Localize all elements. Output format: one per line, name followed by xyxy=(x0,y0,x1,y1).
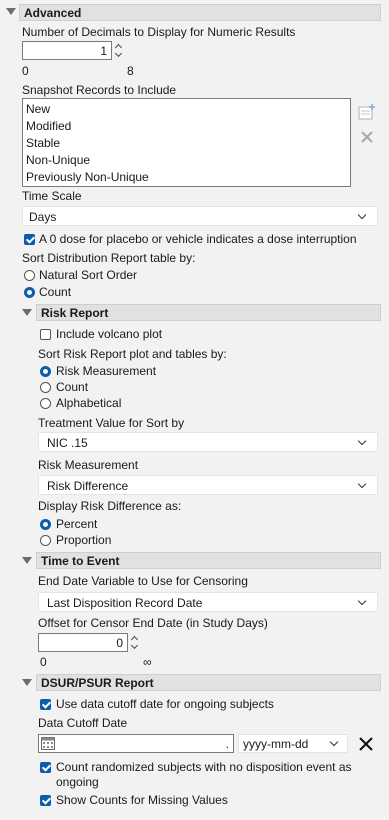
list-item[interactable]: Modified xyxy=(26,119,71,133)
list-item[interactable]: Stable xyxy=(26,136,60,150)
calendar-icon[interactable] xyxy=(41,737,55,753)
risk-report-header[interactable]: Risk Report xyxy=(36,304,381,321)
chevron-down-icon xyxy=(357,436,367,446)
risk-report-title: Risk Report xyxy=(41,305,109,320)
list-item[interactable]: Previously Non-Unique xyxy=(26,170,149,184)
collapse-risk-report-icon[interactable] xyxy=(22,309,32,316)
spin-down-icon[interactable] xyxy=(130,641,139,650)
decimals-spinner[interactable] xyxy=(114,41,123,59)
advanced-title: Advanced xyxy=(24,5,82,20)
end-date-dropdown[interactable]: Last Disposition Record Date xyxy=(38,592,378,612)
natural-sort-radio[interactable] xyxy=(24,270,35,281)
offset-max: ∞ xyxy=(143,655,152,669)
offset-input[interactable]: 0 xyxy=(38,633,128,652)
treatment-label: Treatment Value for Sort by xyxy=(38,416,185,430)
list-item[interactable]: Non-Unique xyxy=(26,153,90,167)
proportion-radio[interactable] xyxy=(40,535,51,546)
risk-count-radio[interactable] xyxy=(40,382,51,393)
count-randomized-label-2: ongoing xyxy=(56,775,99,789)
list-item[interactable]: New xyxy=(26,102,50,116)
risk-count-option: Count xyxy=(56,380,89,394)
volcano-label: Include volcano plot xyxy=(56,327,163,341)
sort-dist-label: Sort Distribution Report table by: xyxy=(22,251,196,265)
time-scale-value: Days xyxy=(29,210,57,224)
proportion-option: Proportion xyxy=(56,533,112,547)
offset-spinner[interactable] xyxy=(130,633,139,651)
volcano-checkbox[interactable] xyxy=(40,329,51,340)
date-format-dropdown[interactable]: yyyy-mm-dd xyxy=(238,734,348,753)
time-scale-label: Time Scale xyxy=(22,189,82,203)
advanced-header[interactable]: Advanced xyxy=(19,4,381,21)
time-to-event-header[interactable]: Time to Event xyxy=(36,552,381,569)
show-missing-checkbox[interactable] xyxy=(40,795,51,806)
time-scale-dropdown[interactable]: Days xyxy=(22,206,378,226)
end-date-label: End Date Variable to Use for Censoring xyxy=(38,574,248,588)
decimals-max: 8 xyxy=(127,64,134,78)
add-item-icon[interactable] xyxy=(358,103,376,121)
decimals-value: 1 xyxy=(100,44,107,58)
offset-min: 0 xyxy=(40,655,47,669)
risk-alpha-radio[interactable] xyxy=(40,398,51,409)
decimals-input[interactable]: 1 xyxy=(22,41,112,60)
time-to-event-title: Time to Event xyxy=(41,553,120,568)
risk-sort-label: Sort Risk Report plot and tables by: xyxy=(38,347,227,361)
measurement-value: Risk Difference xyxy=(47,479,129,493)
collapse-time-to-event-icon[interactable] xyxy=(22,557,32,564)
count-sort-label: Count xyxy=(39,285,72,299)
treatment-value: NIC .15 xyxy=(47,436,88,450)
collapse-advanced-icon[interactable] xyxy=(6,8,16,15)
chevron-down-icon xyxy=(357,210,367,220)
remove-item-icon[interactable] xyxy=(359,129,375,145)
snapshot-label: Snapshot Records to Include xyxy=(22,83,177,97)
show-missing-label: Show Counts for Missing Values xyxy=(56,793,228,807)
measurement-dropdown[interactable]: Risk Difference xyxy=(38,475,378,495)
end-date-value: Last Disposition Record Date xyxy=(47,596,203,610)
chevron-down-icon xyxy=(357,596,367,606)
risk-measurement-radio[interactable] xyxy=(40,366,51,377)
snapshot-listbox[interactable]: New Modified Stable Non-Unique Previousl… xyxy=(22,98,351,187)
display-label: Display Risk Difference as: xyxy=(38,499,182,513)
decimals-min: 0 xyxy=(22,64,29,78)
clear-date-icon[interactable] xyxy=(358,736,374,752)
cutoff-date-value: . xyxy=(225,737,229,751)
chevron-down-icon xyxy=(357,479,367,489)
date-format-value: yyyy-mm-dd xyxy=(243,737,309,751)
count-randomized-label-1: Count randomized subjects with no dispos… xyxy=(56,760,352,774)
percent-option: Percent xyxy=(56,517,98,531)
cutoff-date-label: Data Cutoff Date xyxy=(38,716,128,730)
risk-measurement-option: Risk Measurement xyxy=(56,364,157,378)
collapse-dsur-icon[interactable] xyxy=(22,679,32,686)
chevron-down-icon xyxy=(329,737,339,747)
cutoff-date-input[interactable]: . xyxy=(38,734,234,753)
measurement-label: Risk Measurement xyxy=(38,458,139,472)
natural-sort-label: Natural Sort Order xyxy=(39,268,138,282)
dose-interruption-label: A 0 dose for placebo or vehicle indicate… xyxy=(39,232,357,246)
treatment-dropdown[interactable]: NIC .15 xyxy=(38,432,378,452)
offset-label: Offset for Censor End Date (in Study Day… xyxy=(38,616,268,630)
offset-value: 0 xyxy=(116,636,123,650)
dsur-title: DSUR/PSUR Report xyxy=(41,675,154,690)
spin-down-icon[interactable] xyxy=(114,49,123,58)
count-randomized-checkbox[interactable] xyxy=(40,762,51,773)
percent-radio[interactable] xyxy=(40,519,51,530)
count-sort-radio[interactable] xyxy=(24,287,35,298)
decimals-label: Number of Decimals to Display for Numeri… xyxy=(22,25,296,39)
use-cutoff-label: Use data cutoff date for ongoing subject… xyxy=(56,697,274,711)
dose-interruption-checkbox[interactable] xyxy=(24,234,35,245)
use-cutoff-checkbox[interactable] xyxy=(40,699,51,710)
risk-alpha-option: Alphabetical xyxy=(56,396,122,410)
dsur-header[interactable]: DSUR/PSUR Report xyxy=(36,674,381,691)
